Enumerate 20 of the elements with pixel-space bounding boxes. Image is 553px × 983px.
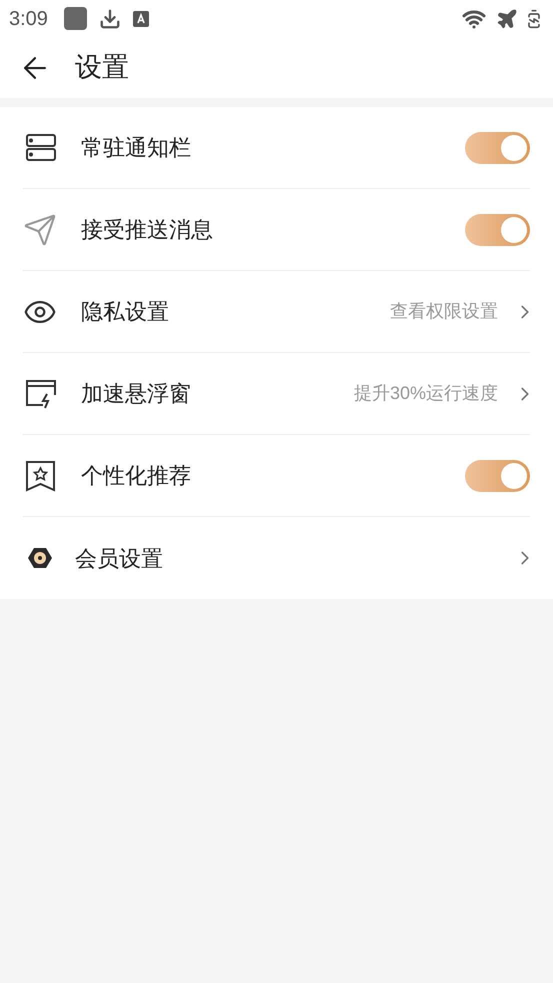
paper-plane-icon — [23, 212, 57, 246]
status-time: 3:09 — [9, 6, 48, 32]
app-notification-icon — [64, 7, 87, 30]
toggle-switch[interactable] — [465, 132, 530, 164]
setting-label: 隐私设置 — [81, 298, 169, 326]
bookmark-star-icon — [23, 458, 57, 492]
page-title: 设置 — [75, 51, 129, 84]
airplane-icon — [496, 8, 518, 30]
setting-label: 会员设置 — [75, 544, 163, 572]
setting-hint: 提升30%运行速度 — [354, 382, 498, 405]
setting-label: 常驻通知栏 — [81, 134, 191, 162]
setting-hint: 查看权限设置 — [390, 300, 498, 323]
hexagon-icon — [28, 546, 52, 570]
setting-label: 个性化推荐 — [81, 462, 191, 490]
setting-label: 加速悬浮窗 — [81, 380, 191, 408]
download-icon — [98, 8, 121, 30]
app-letter-icon — [132, 10, 149, 26]
toggle-switch[interactable] — [465, 460, 530, 492]
toggle-switch[interactable] — [465, 214, 530, 246]
setting-label: 接受推送消息 — [81, 216, 213, 244]
